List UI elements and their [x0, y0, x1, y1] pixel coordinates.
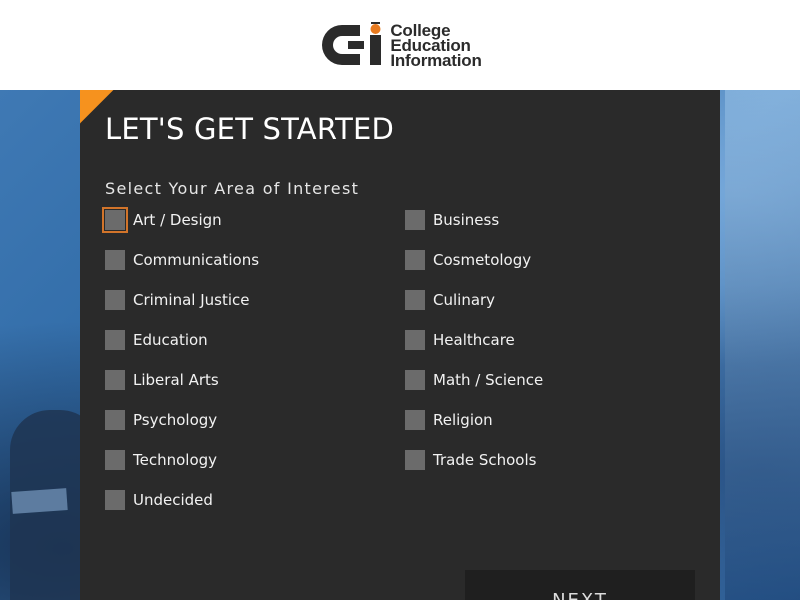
option-label: Technology [133, 451, 218, 469]
option-religion[interactable]: Religion [405, 408, 705, 432]
option-education[interactable]: Education [105, 328, 405, 352]
option-technology[interactable]: Technology [105, 448, 405, 472]
option-label: Business [433, 211, 500, 229]
checkbox-liberal-arts[interactable] [105, 370, 125, 390]
form-panel: LET'S GET STARTED Select Your Area of In… [80, 90, 720, 600]
option-label: Psychology [133, 411, 218, 429]
next-button[interactable]: NEXT [465, 570, 695, 600]
checkbox-technology[interactable] [105, 450, 125, 470]
option-label: Liberal Arts [133, 371, 219, 389]
option-label: Religion [433, 411, 493, 429]
checkbox-undecided[interactable] [105, 490, 125, 510]
background-photo-right [725, 90, 800, 600]
option-trade-schools[interactable]: Trade Schools [405, 448, 705, 472]
logo-line-information: Information [390, 50, 482, 70]
logo-text: College Education Information [390, 22, 482, 70]
checkbox-healthcare[interactable] [405, 330, 425, 350]
checkbox-cosmetology[interactable] [405, 250, 425, 270]
checkbox-business[interactable] [405, 210, 425, 230]
checkbox-math-science[interactable] [405, 370, 425, 390]
checkbox-trade-schools[interactable] [405, 450, 425, 470]
option-healthcare[interactable]: Healthcare [405, 328, 705, 352]
option-criminal-justice[interactable]: Criminal Justice [105, 288, 405, 312]
logo[interactable]: College Education Information [318, 21, 482, 70]
option-art-design[interactable]: Art / Design [102, 207, 405, 233]
checkbox-art-design[interactable] [102, 207, 128, 233]
site-header: College Education Information [0, 0, 800, 90]
form-title: LET'S GET STARTED [105, 112, 395, 146]
option-culinary[interactable]: Culinary [405, 288, 705, 312]
option-liberal-arts[interactable]: Liberal Arts [105, 368, 405, 392]
option-label: Trade Schools [433, 451, 537, 469]
checkbox-criminal-justice[interactable] [105, 290, 125, 310]
checkbox-psychology[interactable] [105, 410, 125, 430]
checkbox-culinary[interactable] [405, 290, 425, 310]
option-label: Undecided [133, 491, 213, 509]
checkbox-education[interactable] [105, 330, 125, 350]
option-math-science[interactable]: Math / Science [405, 368, 705, 392]
option-label: Education [133, 331, 208, 349]
option-psychology[interactable]: Psychology [105, 408, 405, 432]
option-undecided[interactable]: Undecided [105, 488, 405, 512]
option-label: Criminal Justice [133, 291, 250, 309]
option-label: Math / Science [433, 371, 544, 389]
checkbox-communications[interactable] [105, 250, 125, 270]
option-communications[interactable]: Communications [105, 248, 405, 272]
option-cosmetology[interactable]: Cosmetology [405, 248, 705, 272]
option-business[interactable]: Business [405, 208, 705, 232]
background-photo-detail [11, 488, 68, 514]
option-label: Communications [133, 251, 260, 269]
option-label: Culinary [433, 291, 496, 309]
option-label: Cosmetology [433, 251, 532, 269]
form-subtitle: Select Your Area of Interest [105, 179, 360, 198]
interest-options: Art / Design Business Communications Cos… [102, 207, 705, 528]
checkbox-religion[interactable] [405, 410, 425, 430]
cei-logo-icon [322, 22, 382, 65]
option-label: Art / Design [133, 211, 222, 229]
option-label: Healthcare [433, 331, 515, 349]
